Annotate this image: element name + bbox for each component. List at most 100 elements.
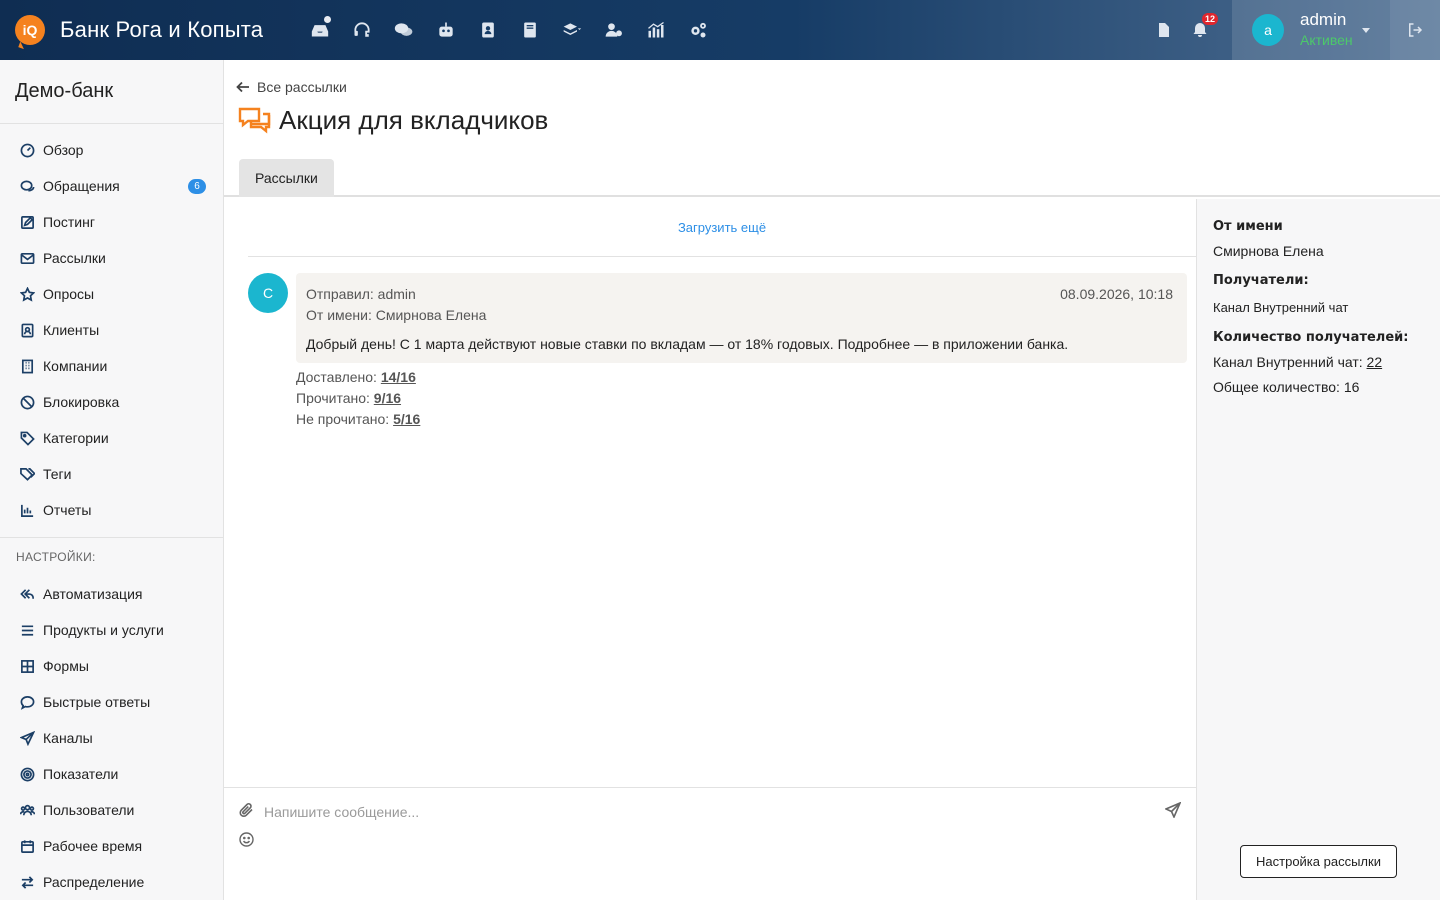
sidebar-item-categories[interactable]: Категории: [0, 420, 223, 456]
message-input[interactable]: [264, 800, 1144, 824]
sidebar-item-label: Клиенты: [43, 322, 100, 338]
mail-icon: [20, 252, 35, 264]
chat-bubbles-icon: [238, 107, 271, 133]
target-icon: [20, 767, 35, 781]
sidebar-item-label: Обзор: [43, 142, 84, 158]
delivery-stats: Доставлено: 14/16 Прочитано: 9/16 Не про…: [296, 367, 420, 430]
message-on-behalf: От имени: Смирнова Елена: [306, 307, 487, 323]
stat-read: Прочитано: 9/16: [296, 388, 420, 409]
sidebar-item-products[interactable]: Продукты и услуги: [0, 612, 223, 648]
bar-chart-icon: [21, 504, 34, 517]
stat-label: Доставлено:: [296, 369, 377, 385]
document-icon: [1159, 23, 1169, 37]
top-layers-button[interactable]: [551, 0, 593, 60]
top-contacts-button[interactable]: [467, 0, 509, 60]
sidebar-item-surveys[interactable]: Опросы: [0, 276, 223, 312]
back-link-label: Все рассылки: [257, 79, 347, 95]
brand-name: Банк Рога и Копыта: [60, 17, 264, 42]
sidebar-item-channels[interactable]: Каналы: [0, 720, 223, 756]
sidebar-item-label: Теги: [43, 466, 72, 482]
documents-button[interactable]: [1146, 0, 1182, 60]
sidebar-item-label: Опросы: [43, 286, 95, 302]
sidebar-item-automation[interactable]: Автоматизация: [0, 576, 223, 612]
top-system-settings-button[interactable]: [677, 0, 719, 60]
delivered-value-link[interactable]: 14/16: [381, 369, 416, 385]
tab-mailings[interactable]: Рассылки: [239, 159, 334, 197]
ban-icon: [20, 395, 35, 409]
settings-section-label: НАСТРОЙКИ:: [16, 550, 96, 564]
unread-value-link[interactable]: 5/16: [393, 411, 420, 427]
send-icon: [20, 730, 35, 746]
top-inbox-button[interactable]: [299, 0, 341, 60]
logout-button[interactable]: [1390, 0, 1440, 60]
sidebar-item-distribution[interactable]: Распределение: [0, 864, 223, 900]
users-icon: [20, 804, 35, 815]
top-navigation-bar: iQ Банк Рога и Копыта 12 a admin Активен: [0, 0, 1440, 60]
star-icon: [20, 286, 35, 302]
sidebar-item-requests[interactable]: Обращения 6: [0, 168, 223, 204]
analytics-icon: [648, 21, 665, 38]
page-title: Акция для вкладчиков: [279, 105, 549, 135]
sidebar-item-label: Формы: [43, 658, 89, 674]
sidebar-item-label: Компании: [43, 358, 108, 374]
top-bots-button[interactable]: [425, 0, 467, 60]
sender-avatar: С: [248, 273, 288, 313]
top-knowledge-button[interactable]: [509, 0, 551, 60]
sidebar-item-label: Обращения: [43, 178, 120, 194]
top-support-button[interactable]: [341, 0, 383, 60]
top-chats-button[interactable]: [383, 0, 425, 60]
sidebar-item-label: Рабочее время: [43, 838, 143, 854]
user-avatar: a: [1252, 14, 1284, 46]
paperclip-icon[interactable]: [239, 802, 254, 818]
top-analytics-button[interactable]: [635, 0, 677, 60]
user-menu[interactable]: a admin Активен: [1232, 0, 1390, 60]
app-logo[interactable]: iQ: [15, 15, 45, 45]
sidebar-item-clients[interactable]: Клиенты: [0, 312, 223, 348]
sidebar-item-reports[interactable]: Отчеты: [0, 492, 223, 528]
sidebar-item-working-hours[interactable]: Рабочее время: [0, 828, 223, 864]
sidebar-item-label: Постинг: [43, 214, 95, 230]
total-count-value: 16: [1343, 379, 1360, 395]
channel-count-link[interactable]: 22: [1367, 354, 1383, 370]
sidebar-item-blocking[interactable]: Блокировка: [0, 384, 223, 420]
emoji-icon[interactable]: [239, 832, 254, 847]
sidebar-item-mailings[interactable]: Рассылки: [0, 240, 223, 276]
gears-icon: [691, 22, 707, 38]
calendar-icon: [21, 839, 34, 853]
message-sender: Отправил: admin: [306, 286, 416, 302]
stat-delivered: Доставлено: 14/16: [296, 367, 420, 388]
sidebar-item-posting[interactable]: Постинг: [0, 204, 223, 240]
back-to-mailings-link[interactable]: Все рассылки: [236, 79, 347, 95]
sidebar-item-label: Продукты и услуги: [43, 622, 164, 638]
top-right-area: 12 a admin Активен: [1146, 0, 1440, 60]
requests-count-badge: 6: [188, 179, 206, 194]
recipients-count-label: Количество получателей:: [1213, 330, 1409, 345]
recipients-value: Канал Внутренний чат: [1213, 300, 1349, 315]
load-more-button[interactable]: Загрузить ещё: [248, 199, 1196, 257]
sidebar-item-tags[interactable]: Теги: [0, 456, 223, 492]
sidebar-item-forms[interactable]: Формы: [0, 648, 223, 684]
user-status: Активен: [1300, 32, 1353, 48]
sidebar-item-metrics[interactable]: Показатели: [0, 756, 223, 792]
from-value: Смирнова Елена: [1213, 243, 1324, 259]
send-message-icon[interactable]: [1165, 802, 1181, 818]
sidebar-item-companies[interactable]: Компании: [0, 348, 223, 384]
notifications-count-badge: 12: [1202, 13, 1219, 25]
mailing-settings-button[interactable]: Настройка рассылки: [1240, 845, 1397, 878]
sidebar-item-users[interactable]: Пользователи: [0, 792, 223, 828]
comment-icon: [20, 695, 35, 710]
robot-icon: [439, 22, 453, 37]
sidebar-item-overview[interactable]: Обзор: [0, 132, 223, 168]
read-value-link[interactable]: 9/16: [374, 390, 401, 406]
message-composer: [224, 787, 1197, 900]
headset-icon: [354, 22, 370, 37]
channel-count-label: Канал Внутренний чат:: [1213, 354, 1363, 370]
list-icon: [21, 624, 34, 636]
sidebar-main-menu: Обзор Обращения 6 Постинг Рассылки Опрос…: [0, 124, 223, 528]
stat-label: Прочитано:: [296, 390, 370, 406]
message-bubble: Отправил: admin 08.09.2026, 10:18 От име…: [296, 273, 1187, 363]
sidebar-item-label: Показатели: [43, 766, 119, 782]
notifications-button[interactable]: 12: [1182, 0, 1219, 60]
top-user-settings-button[interactable]: [593, 0, 635, 60]
sidebar-item-quick-replies[interactable]: Быстрые ответы: [0, 684, 223, 720]
